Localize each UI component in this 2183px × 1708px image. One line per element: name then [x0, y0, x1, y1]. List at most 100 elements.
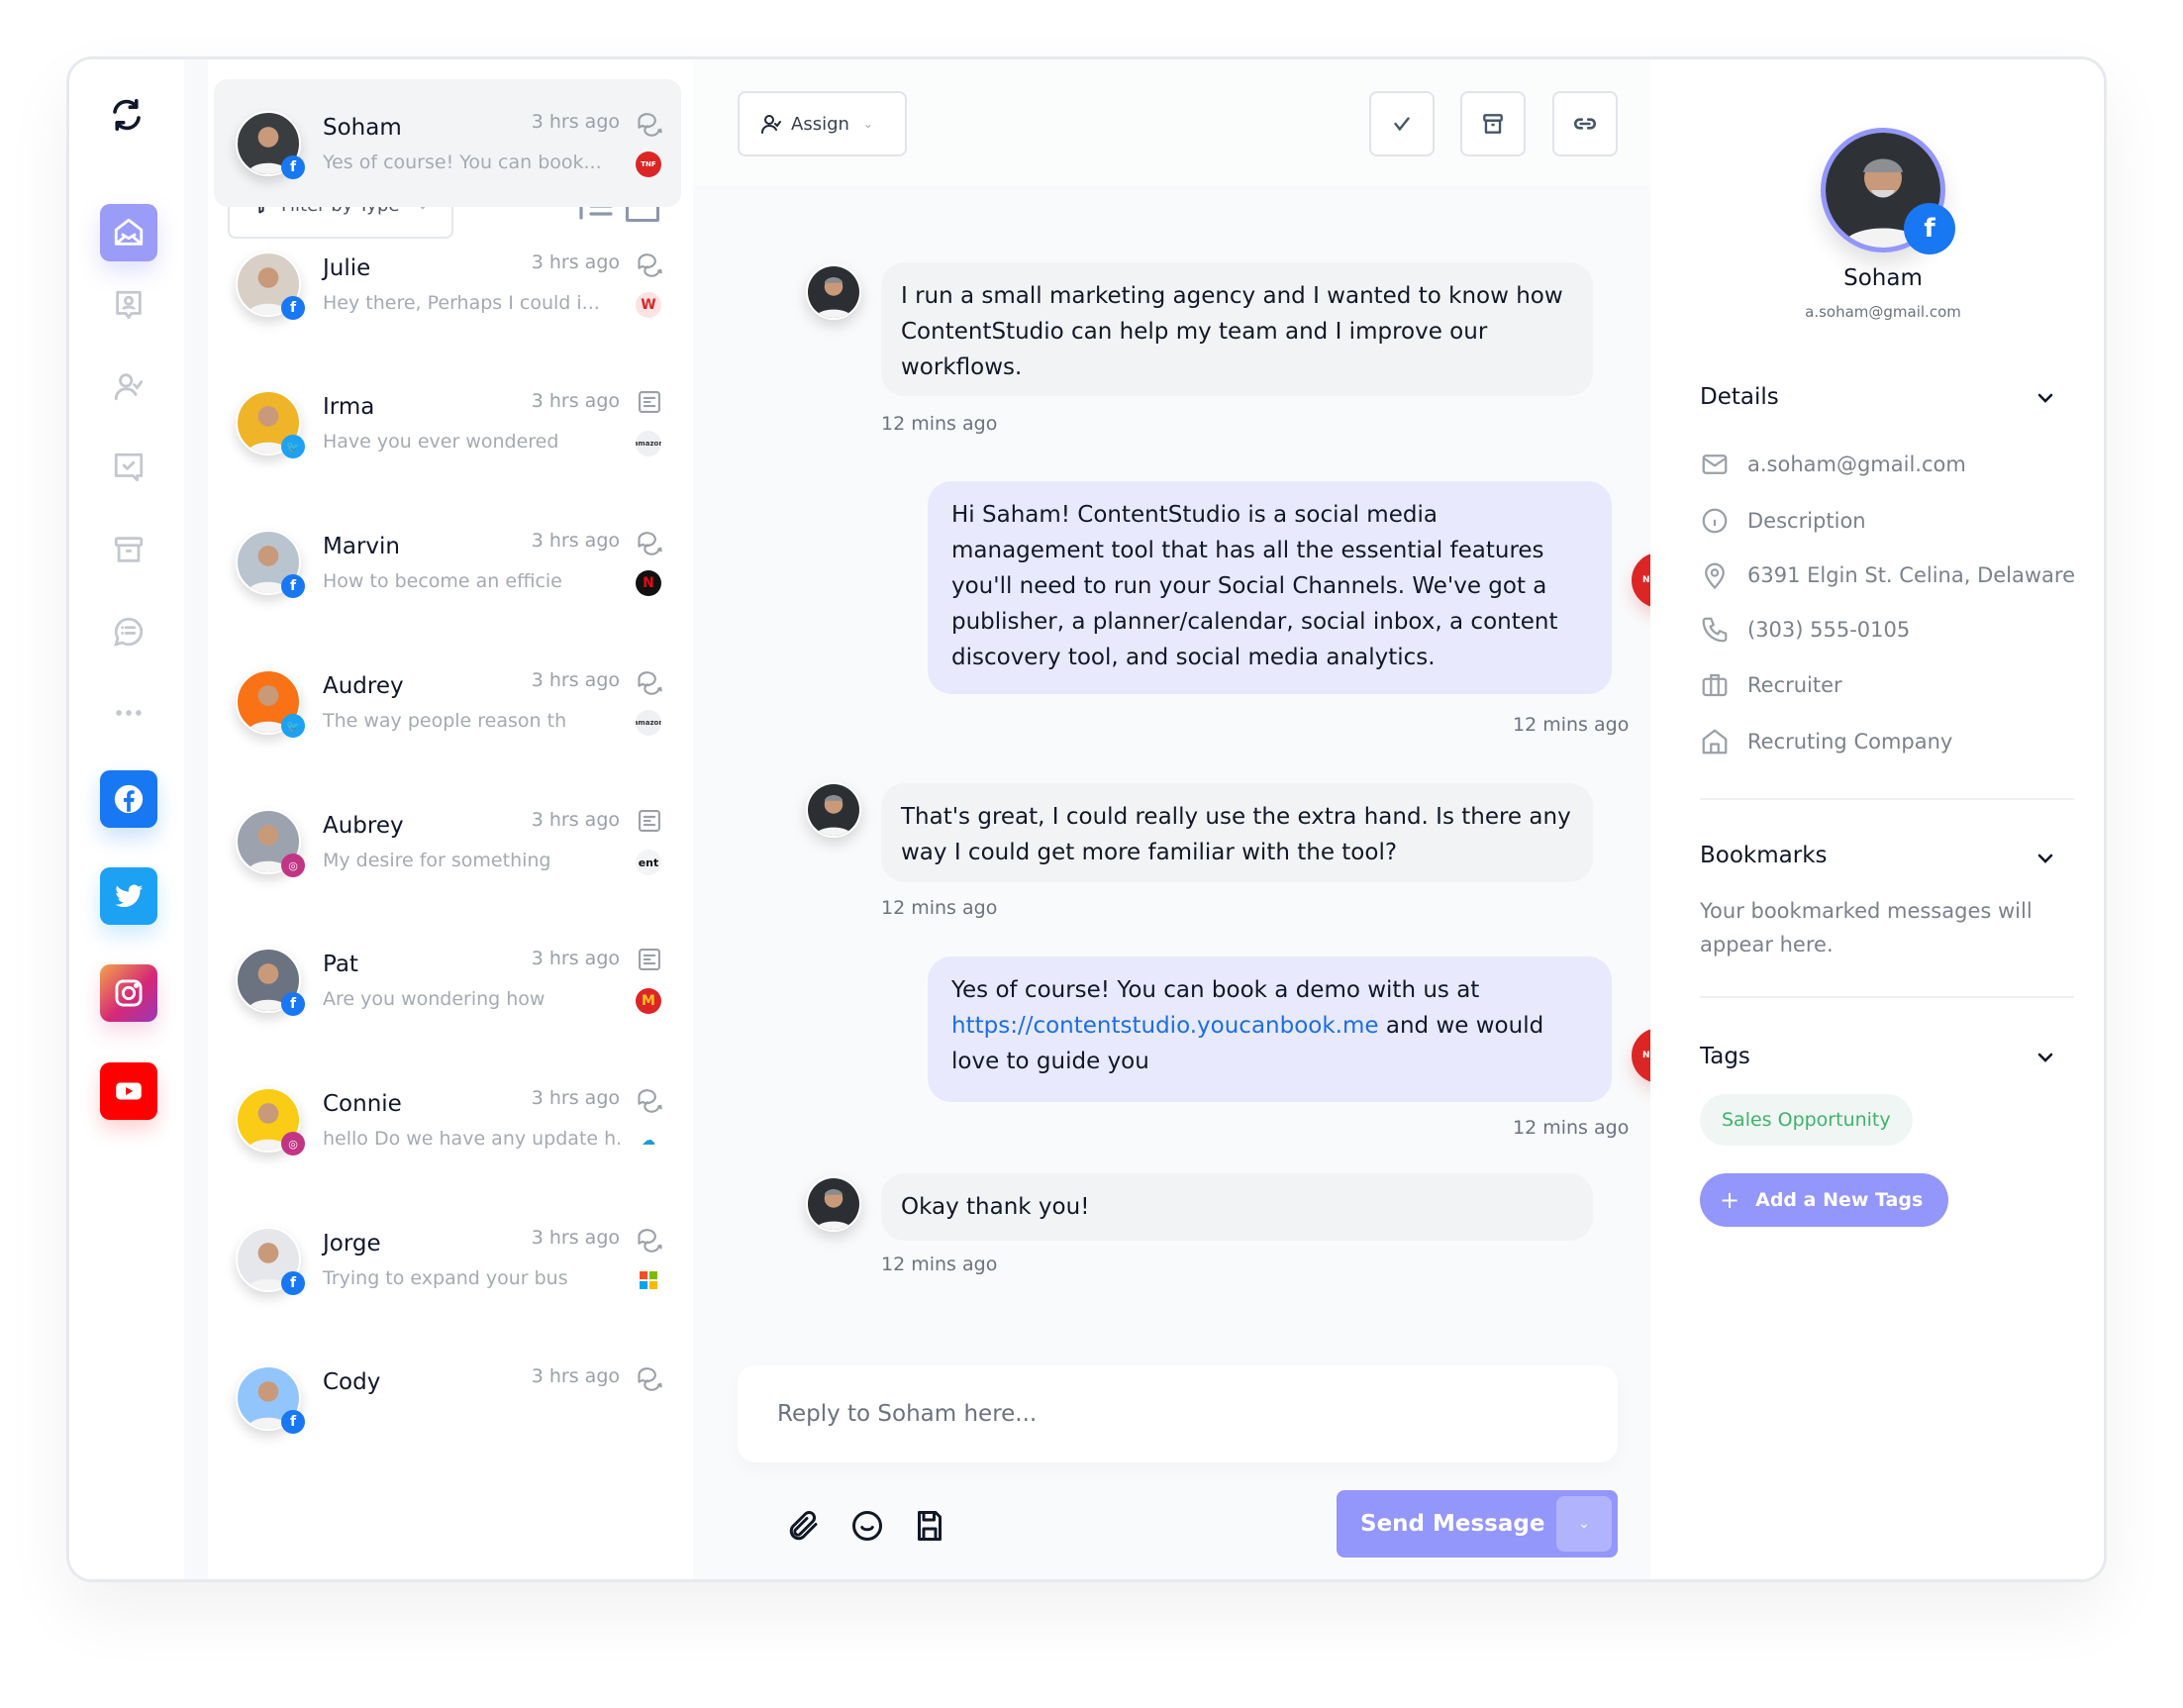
save-icon[interactable]	[912, 1508, 947, 1544]
rail-assigned[interactable]	[100, 357, 157, 415]
profile-email: a.soham@gmail.com	[1805, 303, 1961, 321]
message-preview: Have you ever wondered	[323, 431, 559, 452]
youtube-icon	[116, 1082, 142, 1100]
bookmarks-chevron-icon[interactable]	[2034, 847, 2057, 870]
check-icon	[1394, 117, 1410, 132]
chat-header: Assign ⌄	[693, 59, 1650, 186]
send-message-button[interactable]: Send Message ⌄	[1337, 1490, 1618, 1557]
conversation-time: 3 hrs ago	[531, 1365, 620, 1387]
message-preview: How to become an efficie	[323, 570, 562, 592]
rail-archived[interactable]	[100, 521, 157, 578]
phone-icon	[1702, 617, 1728, 643]
copy-link-button[interactable]	[1552, 91, 1618, 156]
archive-icon	[114, 537, 144, 562]
tags-chevron-icon[interactable]	[2034, 1046, 2057, 1069]
conversation-time: 3 hrs ago	[531, 1227, 620, 1249]
facebook-badge-icon: f	[281, 574, 305, 598]
refresh-icon[interactable]	[109, 97, 145, 133]
add-tag-button[interactable]: + Add a New Tags	[1700, 1173, 1949, 1227]
archive-button[interactable]	[1460, 91, 1526, 156]
rail-assigned-to-me[interactable]	[100, 276, 157, 334]
conversation-item[interactable]: 🐦 Audrey 3 hrs ago The way people reason th…	[214, 638, 681, 765]
chat-bubbles-icon	[638, 113, 662, 137]
brand-logo-icon: TNF	[636, 151, 661, 177]
details-chevron-icon[interactable]	[2034, 386, 2057, 410]
message-preview: Hey there, Perhaps I could i...	[323, 292, 600, 314]
contact-name: Connie	[323, 1091, 402, 1117]
contact-details-panel: f Soham a.soham@gmail.com Details a.soha…	[1650, 59, 2104, 1579]
brand-logo-icon	[636, 1267, 661, 1293]
chat-bubbles-icon	[638, 1089, 662, 1113]
message-time: 12 mins ago	[881, 413, 998, 435]
instagram-icon	[115, 979, 143, 1007]
conversation-item[interactable]: f Soham 3 hrs ago Yes of course! You can bo…	[214, 79, 681, 207]
conversation-item[interactable]: ◎ Aubrey 3 hrs ago My desire for something e…	[214, 777, 681, 905]
detail-company: Recruting Company	[1700, 727, 1952, 756]
booking-link[interactable]: https://contentstudio.youcanbook.me	[951, 1013, 1379, 1039]
conversation-item[interactable]: 🐦 Irma 3 hrs ago Have you ever wondered amaz…	[214, 358, 681, 486]
rail-inbox[interactable]	[100, 204, 157, 261]
chat-panel: Assign ⌄ I run a small marketing agency …	[693, 59, 1687, 1579]
emoji-icon[interactable]	[849, 1508, 885, 1544]
user-check-icon	[761, 115, 781, 134]
info-icon	[1702, 508, 1728, 534]
tags-heading: Tags	[1700, 1044, 1750, 1069]
contact-avatar	[806, 264, 861, 320]
plus-icon: +	[1720, 1186, 1740, 1214]
conversation-item[interactable]: f Julie 3 hrs ago Hey there, Perhaps I coul…	[214, 220, 681, 348]
rail-youtube[interactable]	[100, 1062, 157, 1120]
message-preview: My desire for something	[323, 850, 551, 871]
message-time: 12 mins ago	[881, 897, 998, 919]
facebook-badge-icon: f	[281, 1271, 305, 1295]
facebook-badge-icon: f	[281, 155, 305, 179]
message-check-icon	[114, 452, 144, 482]
rail-instagram[interactable]	[100, 964, 157, 1022]
details-heading: Details	[1700, 384, 1779, 410]
chat-bubbles-icon	[638, 1367, 662, 1391]
mark-done-button[interactable]	[1369, 91, 1435, 156]
detail-description: Description	[1700, 506, 1866, 536]
message-preview: Yes of course! You can book...	[323, 151, 602, 173]
contact-avatar	[806, 1176, 861, 1232]
app-window: Unassigned Filter by Type ⌄ fSoham3 hrs …	[66, 56, 2107, 1582]
section-divider	[1700, 798, 2074, 800]
facebook-icon	[114, 784, 144, 814]
conversation-item[interactable]: f Pat 3 hrs ago Are you wondering how M	[214, 916, 681, 1044]
twitter-badge-icon: 🐦	[281, 714, 305, 738]
chat-bubbles-icon	[638, 532, 662, 555]
rail-all-messages[interactable]	[100, 603, 157, 660]
message-preview: Trying to expand your bus	[323, 1267, 568, 1289]
rail-facebook[interactable]	[100, 770, 157, 828]
message-list-icon	[114, 617, 144, 647]
tag-chip[interactable]: Sales Opportunity	[1700, 1094, 1913, 1146]
rail-closed[interactable]	[100, 439, 157, 496]
bookmarks-heading: Bookmarks	[1700, 843, 1828, 868]
message-bubble-incoming: Okay thank you!	[881, 1173, 1593, 1241]
message-bubble-incoming: That's great, I could really use the ext…	[881, 783, 1593, 882]
message-preview: hello Do we have any update h...	[323, 1128, 620, 1150]
contact-name: Jorge	[323, 1231, 381, 1256]
briefcase-icon	[1702, 673, 1728, 697]
bookmarks-empty-text: Your bookmarked messages will appear her…	[1700, 899, 2033, 956]
instagram-badge-icon: ◎	[281, 1132, 305, 1155]
reply-input[interactable]	[738, 1365, 1618, 1462]
message-time: 12 mins ago	[1513, 1117, 1630, 1139]
conversation-time: 3 hrs ago	[531, 251, 620, 273]
conversation-item[interactable]: f Cody 3 hrs ago	[214, 1334, 681, 1461]
link-icon	[1573, 118, 1597, 130]
building-icon	[1702, 729, 1728, 754]
conversation-time: 3 hrs ago	[531, 390, 620, 412]
rail-twitter[interactable]	[100, 867, 157, 925]
conversation-item[interactable]: f Jorge 3 hrs ago Trying to expand your bus	[214, 1195, 681, 1323]
facebook-badge-icon: f	[1904, 203, 1955, 254]
rail-more[interactable]	[100, 684, 157, 742]
conversation-item[interactable]: f Marvin 3 hrs ago How to become an efficie…	[214, 498, 681, 626]
facebook-badge-icon: f	[281, 296, 305, 320]
send-options-dropdown[interactable]: ⌄	[1556, 1496, 1612, 1552]
attach-icon[interactable]	[786, 1508, 822, 1544]
contact-name: Julie	[323, 255, 371, 281]
chevron-down-icon: ⌄	[862, 117, 873, 131]
archive-icon	[1483, 114, 1503, 134]
conversation-item[interactable]: ◎ Connie 3 hrs ago hello Do we have any upd…	[214, 1055, 681, 1183]
assign-dropdown[interactable]: Assign ⌄	[738, 91, 907, 156]
